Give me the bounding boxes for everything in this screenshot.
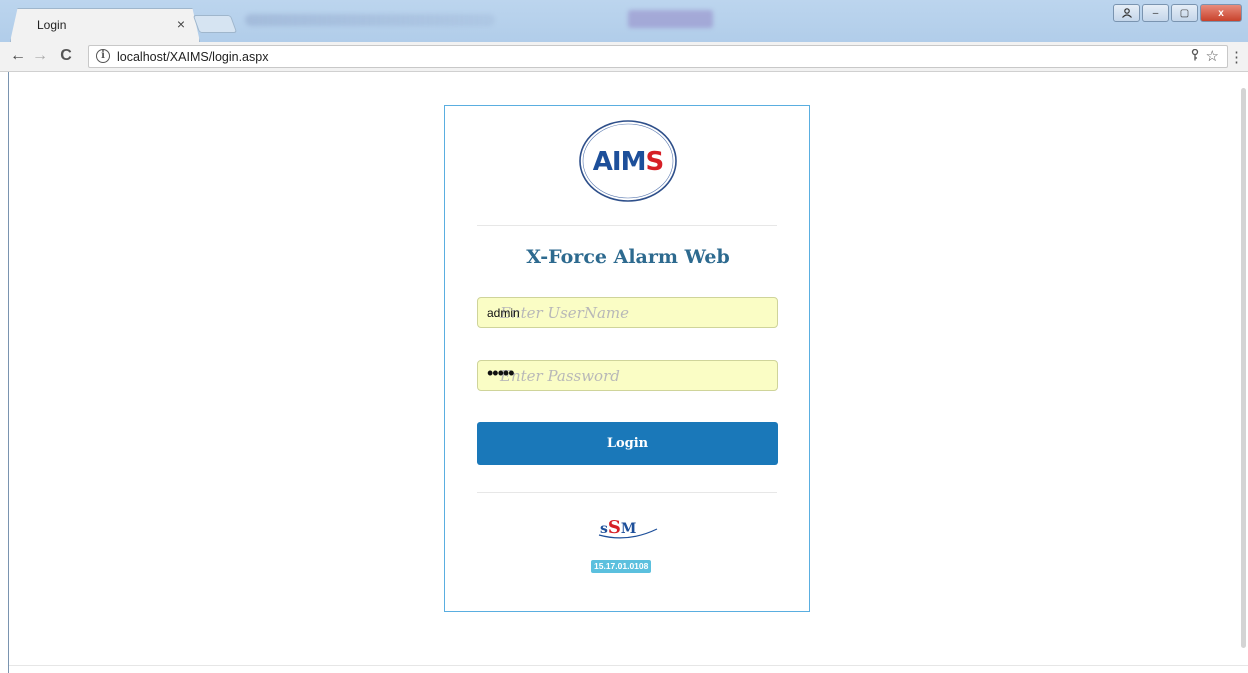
- tab-close-icon[interactable]: ×: [177, 16, 185, 32]
- key-icon[interactable]: [1191, 48, 1199, 64]
- app-title: X-Force Alarm Web: [526, 246, 730, 268]
- url-text[interactable]: localhost/XAIMS/login.aspx: [117, 50, 268, 64]
- svg-text:AIMS: AIMS: [593, 147, 663, 177]
- tab-title: Login: [37, 18, 67, 32]
- divider: [477, 225, 777, 226]
- forward-arrow-icon[interactable]: →: [30, 47, 50, 65]
- reload-icon[interactable]: C: [56, 47, 76, 65]
- page-viewport: AIMS X-Force Alarm Web Enter UserName ad…: [8, 72, 1248, 673]
- window-controls: – ▢ x: [1113, 4, 1242, 22]
- user-icon[interactable]: [1113, 4, 1140, 22]
- aims-logo: AIMS: [579, 120, 677, 202]
- bottom-border: [9, 665, 1248, 666]
- blurred-window-title: [245, 14, 495, 26]
- new-tab-button[interactable]: [192, 15, 238, 33]
- svg-text:sSM: sSM: [600, 517, 636, 538]
- vertical-scrollbar[interactable]: [1239, 72, 1248, 666]
- tab-strip: Login × – ▢ x: [0, 0, 1248, 42]
- browser-chrome: Login × – ▢ x ← → C i localhost/XAIMS/lo…: [0, 0, 1248, 72]
- scroll-thumb[interactable]: [1241, 88, 1246, 648]
- password-field[interactable]: Enter Password •••••: [477, 360, 778, 391]
- username-field[interactable]: Enter UserName admin: [477, 297, 778, 328]
- close-window-button[interactable]: x: [1200, 4, 1242, 22]
- blurred-badge: [628, 10, 713, 28]
- username-value: admin: [487, 306, 520, 320]
- browser-toolbar: ← → C i localhost/XAIMS/login.aspx ☆ ⋮: [0, 42, 1248, 72]
- address-bar[interactable]: i localhost/XAIMS/login.aspx ☆: [88, 45, 1228, 68]
- password-value: •••••: [487, 363, 514, 383]
- ssm-logo: sSM: [598, 517, 658, 539]
- maximize-button[interactable]: ▢: [1171, 4, 1198, 22]
- browser-menu-icon[interactable]: ⋮: [1229, 48, 1244, 66]
- tab-login[interactable]: Login ×: [10, 8, 200, 42]
- back-arrow-icon[interactable]: ←: [8, 47, 28, 65]
- minimize-button[interactable]: –: [1142, 4, 1169, 22]
- version-badge: 15.17.01.0108: [591, 560, 652, 573]
- divider: [477, 492, 777, 493]
- login-button[interactable]: Login: [477, 422, 778, 465]
- site-info-icon[interactable]: i: [96, 49, 110, 63]
- bookmark-star-icon[interactable]: ☆: [1206, 47, 1219, 65]
- login-card: AIMS X-Force Alarm Web Enter UserName ad…: [444, 105, 810, 612]
- password-placeholder: Enter Password: [500, 367, 620, 385]
